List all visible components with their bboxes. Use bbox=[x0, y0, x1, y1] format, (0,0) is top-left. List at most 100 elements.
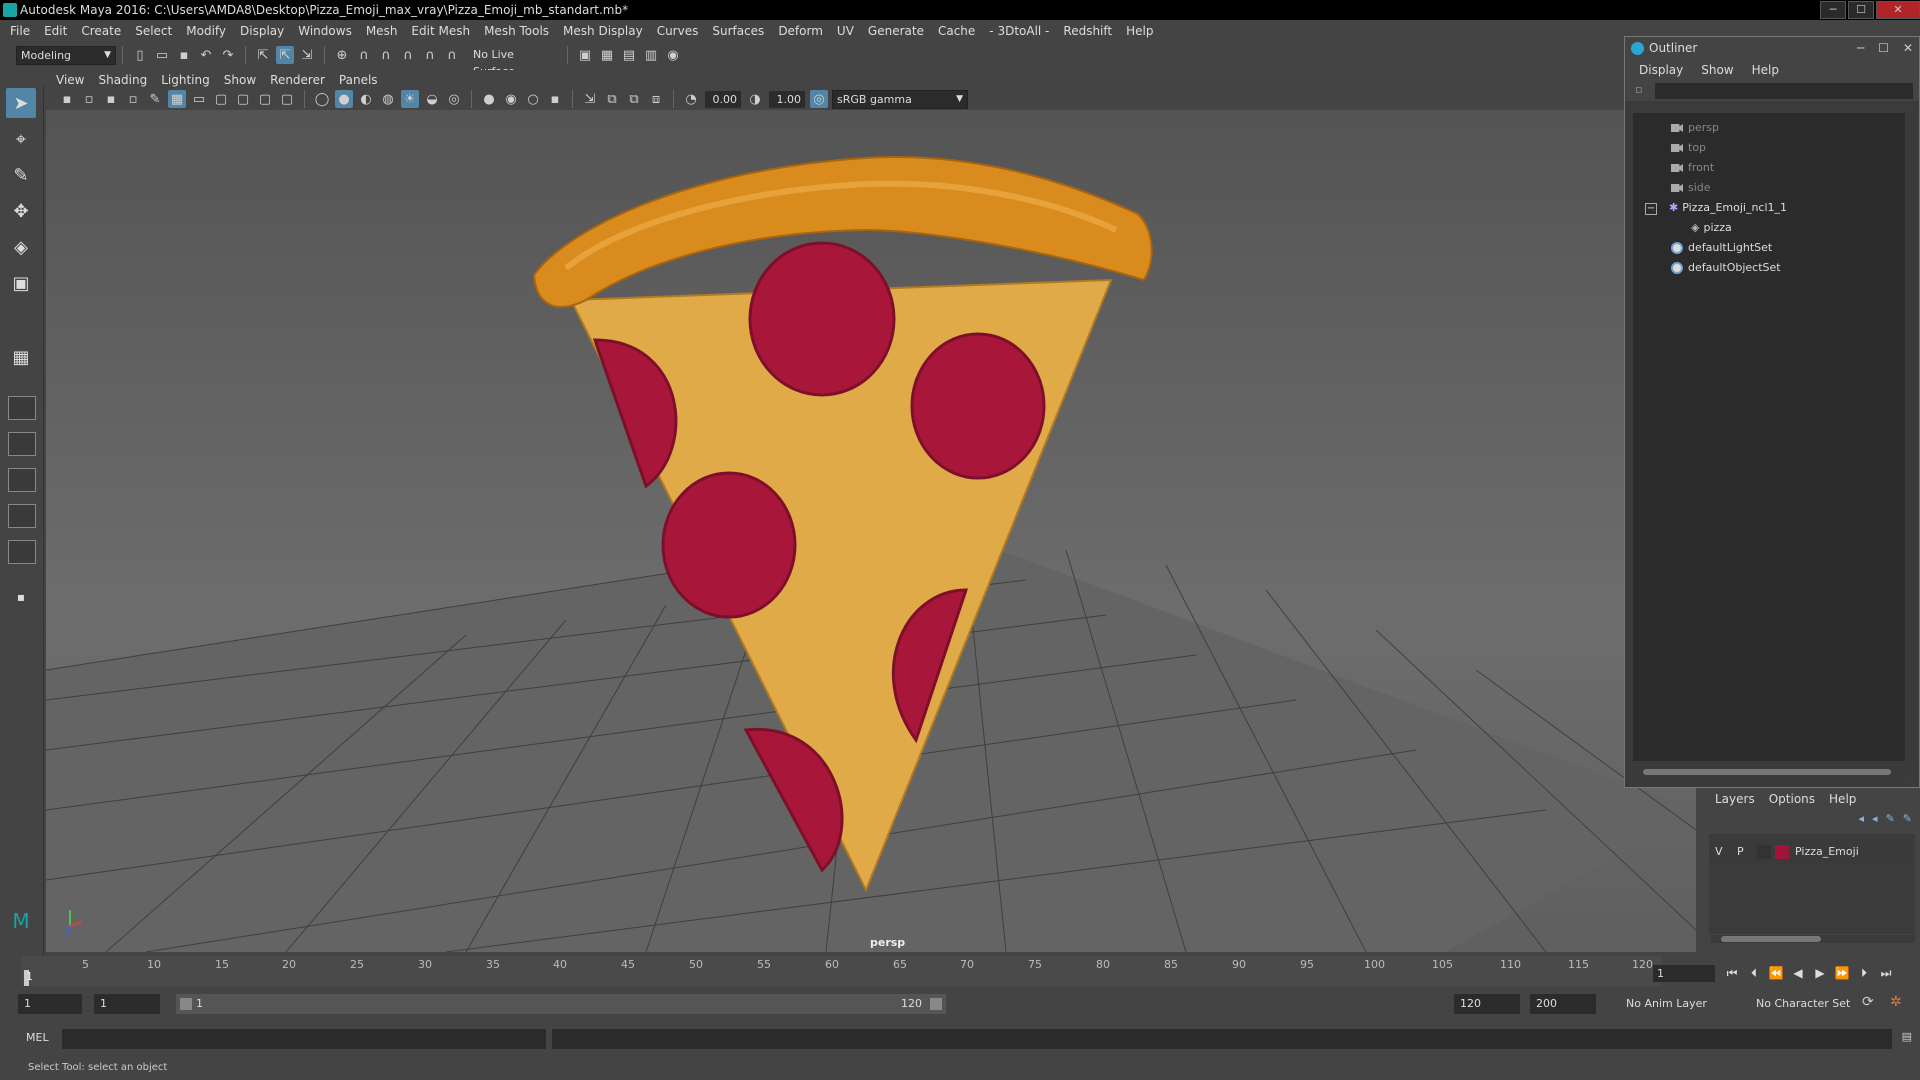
outliner-item-persp[interactable]: persp bbox=[1671, 119, 1719, 137]
character-set-dropdown[interactable]: No Character Set bbox=[1750, 994, 1868, 1014]
ipr-render-icon[interactable]: ▤ bbox=[620, 46, 638, 64]
animation-prefs-icon[interactable]: ✲ bbox=[1890, 994, 1902, 1010]
layer-playback-toggle[interactable]: P bbox=[1737, 842, 1744, 862]
scrollbar-thumb[interactable] bbox=[1721, 936, 1821, 942]
select-object-icon[interactable]: ⇱ bbox=[276, 46, 294, 64]
smooth-shade-icon[interactable]: ● bbox=[335, 90, 353, 108]
layer-menu-layers[interactable]: Layers bbox=[1715, 792, 1755, 806]
outliner-menu-display[interactable]: Display bbox=[1639, 63, 1683, 77]
save-scene-icon[interactable]: ▪ bbox=[175, 46, 193, 64]
snap-grid-icon[interactable]: ⊕ bbox=[333, 46, 351, 64]
new-scene-icon[interactable]: ▯ bbox=[131, 46, 149, 64]
paint-select-tool-icon[interactable]: ✎ bbox=[6, 160, 36, 190]
snap-point-icon[interactable]: ∩ bbox=[377, 46, 395, 64]
menu-mesh-display[interactable]: Mesh Display bbox=[563, 24, 643, 38]
xray-icon[interactable]: ◎ bbox=[445, 90, 463, 108]
outliner-minimize-icon[interactable]: ─ bbox=[1857, 37, 1864, 59]
step-back-frame-icon[interactable]: ⏴ bbox=[1746, 966, 1762, 981]
menu-mesh[interactable]: Mesh bbox=[366, 24, 398, 38]
move-layer-down-icon[interactable]: ◂ bbox=[1872, 812, 1878, 825]
gamma-icon[interactable]: ◑ bbox=[746, 90, 764, 108]
outliner-item-pizza-group[interactable]: − ✱ Pizza_Emoji_ncl1_1 bbox=[1645, 199, 1787, 217]
menu-select[interactable]: Select bbox=[135, 24, 172, 38]
minimize-button[interactable]: ─ bbox=[1820, 1, 1846, 19]
scale-tool-icon[interactable]: ▣ bbox=[6, 268, 36, 298]
menu-edit-mesh[interactable]: Edit Mesh bbox=[411, 24, 470, 38]
two-view-layout-icon[interactable] bbox=[8, 432, 36, 456]
field-chart-icon[interactable]: ▢ bbox=[256, 90, 274, 108]
isolate-select-icon[interactable]: ⇲ bbox=[581, 90, 599, 108]
outliner-item-pizza[interactable]: ◈ pizza bbox=[1691, 219, 1732, 237]
outliner-item-defaultobjectset[interactable]: defaultObjectSet bbox=[1671, 259, 1781, 277]
menu-generate[interactable]: Generate bbox=[868, 24, 924, 38]
command-input[interactable] bbox=[62, 1029, 546, 1049]
layer-scrollbar[interactable] bbox=[1711, 935, 1915, 943]
menu-display[interactable]: Display bbox=[240, 24, 284, 38]
outliner-layout-icon[interactable] bbox=[8, 468, 36, 492]
time-slider[interactable]: 1 5 10 15 20 25 30 35 40 45 50 55 60 65 … bbox=[22, 956, 1662, 986]
snap-view-icon[interactable]: ∩ bbox=[399, 46, 417, 64]
shadows-icon[interactable]: ◒ bbox=[423, 90, 441, 108]
select-tool-icon[interactable]: ➤ bbox=[6, 88, 36, 118]
menu-cache[interactable]: Cache bbox=[938, 24, 975, 38]
animation-end-field[interactable]: 200 bbox=[1530, 994, 1596, 1014]
view-transform-dropdown[interactable]: sRGB gamma ▼ bbox=[832, 89, 968, 109]
outliner-maximize-icon[interactable]: ☐ bbox=[1878, 37, 1889, 59]
film-gate-icon[interactable]: ▭ bbox=[190, 90, 208, 108]
menu-mesh-tools[interactable]: Mesh Tools bbox=[484, 24, 549, 38]
menu-file[interactable]: File bbox=[10, 24, 30, 38]
menu-uv[interactable]: UV bbox=[837, 24, 854, 38]
script-language-toggle[interactable]: MEL bbox=[26, 1031, 49, 1044]
playback-end-field[interactable]: 120 bbox=[1454, 994, 1520, 1014]
range-slider[interactable]: 1 120 bbox=[176, 994, 946, 1014]
more-layouts-icon[interactable]: ▪ bbox=[6, 582, 36, 612]
camera-attributes-icon[interactable]: ▫ bbox=[80, 90, 98, 108]
move-layer-up-icon[interactable]: ◂ bbox=[1859, 812, 1865, 825]
xray-active-icon[interactable]: ⧉ bbox=[625, 90, 643, 108]
graph-layout-icon[interactable] bbox=[8, 504, 36, 528]
menu-windows[interactable]: Windows bbox=[298, 24, 352, 38]
lights-icon[interactable]: ☀ bbox=[401, 90, 419, 108]
outliner-search-input[interactable] bbox=[1655, 83, 1913, 99]
scrollbar-thumb[interactable] bbox=[1643, 769, 1891, 775]
layer-menu-help[interactable]: Help bbox=[1829, 792, 1856, 806]
play-backwards-icon[interactable]: ◀ bbox=[1790, 966, 1806, 980]
exposure-icon[interactable]: ◔ bbox=[682, 90, 700, 108]
range-start-handle[interactable] bbox=[180, 998, 192, 1010]
range-end-handle[interactable] bbox=[930, 998, 942, 1010]
move-tool-icon[interactable]: ✥ bbox=[6, 196, 36, 226]
layer-menu-options[interactable]: Options bbox=[1769, 792, 1815, 806]
anti-aliasing-icon[interactable]: ○ bbox=[524, 90, 542, 108]
xray-joints-icon[interactable]: ⧉ bbox=[603, 90, 621, 108]
outliner-menu-help[interactable]: Help bbox=[1752, 63, 1779, 77]
rotate-tool-icon[interactable]: ◈ bbox=[6, 232, 36, 262]
safe-action-icon[interactable]: ▢ bbox=[278, 90, 296, 108]
exposure-field[interactable]: 0.00 bbox=[705, 90, 741, 108]
new-layer-icon[interactable]: ✎ bbox=[1886, 812, 1895, 825]
render-frame-icon[interactable]: ▦ bbox=[598, 46, 616, 64]
go-to-start-icon[interactable]: ⏮ bbox=[1724, 966, 1740, 981]
menu-curves[interactable]: Curves bbox=[657, 24, 699, 38]
layer-type-toggle[interactable] bbox=[1757, 845, 1771, 859]
step-forward-frame-icon[interactable]: ⏵ bbox=[1856, 966, 1872, 981]
panel-menu-renderer[interactable]: Renderer bbox=[270, 73, 325, 87]
panel-menu-shading[interactable]: Shading bbox=[98, 73, 147, 87]
current-frame-field[interactable]: 1 bbox=[1653, 964, 1715, 982]
resolution-gate-icon[interactable]: ▢ bbox=[212, 90, 230, 108]
textured-icon[interactable]: ◍ bbox=[379, 90, 397, 108]
select-hierarchy-icon[interactable]: ⇱ bbox=[254, 46, 272, 64]
snap-live-icon[interactable]: ∩ bbox=[443, 46, 461, 64]
filter-icon[interactable]: ▫ bbox=[1635, 83, 1642, 96]
close-button[interactable]: ✕ bbox=[1876, 1, 1920, 19]
panel-menu-panels[interactable]: Panels bbox=[339, 73, 378, 87]
viewport-persp[interactable]: persp bbox=[46, 110, 1696, 952]
layer-row-pizza-emoji[interactable]: V P Pizza_Emoji bbox=[1709, 842, 1909, 862]
bookmark-icon[interactable]: ▪ bbox=[102, 90, 120, 108]
backface-icon[interactable]: ⧈ bbox=[647, 90, 665, 108]
motion-blur-icon[interactable]: ◉ bbox=[502, 90, 520, 108]
hypershade-icon[interactable]: ◉ bbox=[664, 46, 682, 64]
render-settings-icon[interactable]: ▣ bbox=[576, 46, 594, 64]
outliner-close-icon[interactable]: ✕ bbox=[1903, 37, 1913, 59]
menu-set-dropdown[interactable]: Modeling ▼ bbox=[16, 45, 116, 65]
gamma-field[interactable]: 1.00 bbox=[769, 90, 805, 108]
